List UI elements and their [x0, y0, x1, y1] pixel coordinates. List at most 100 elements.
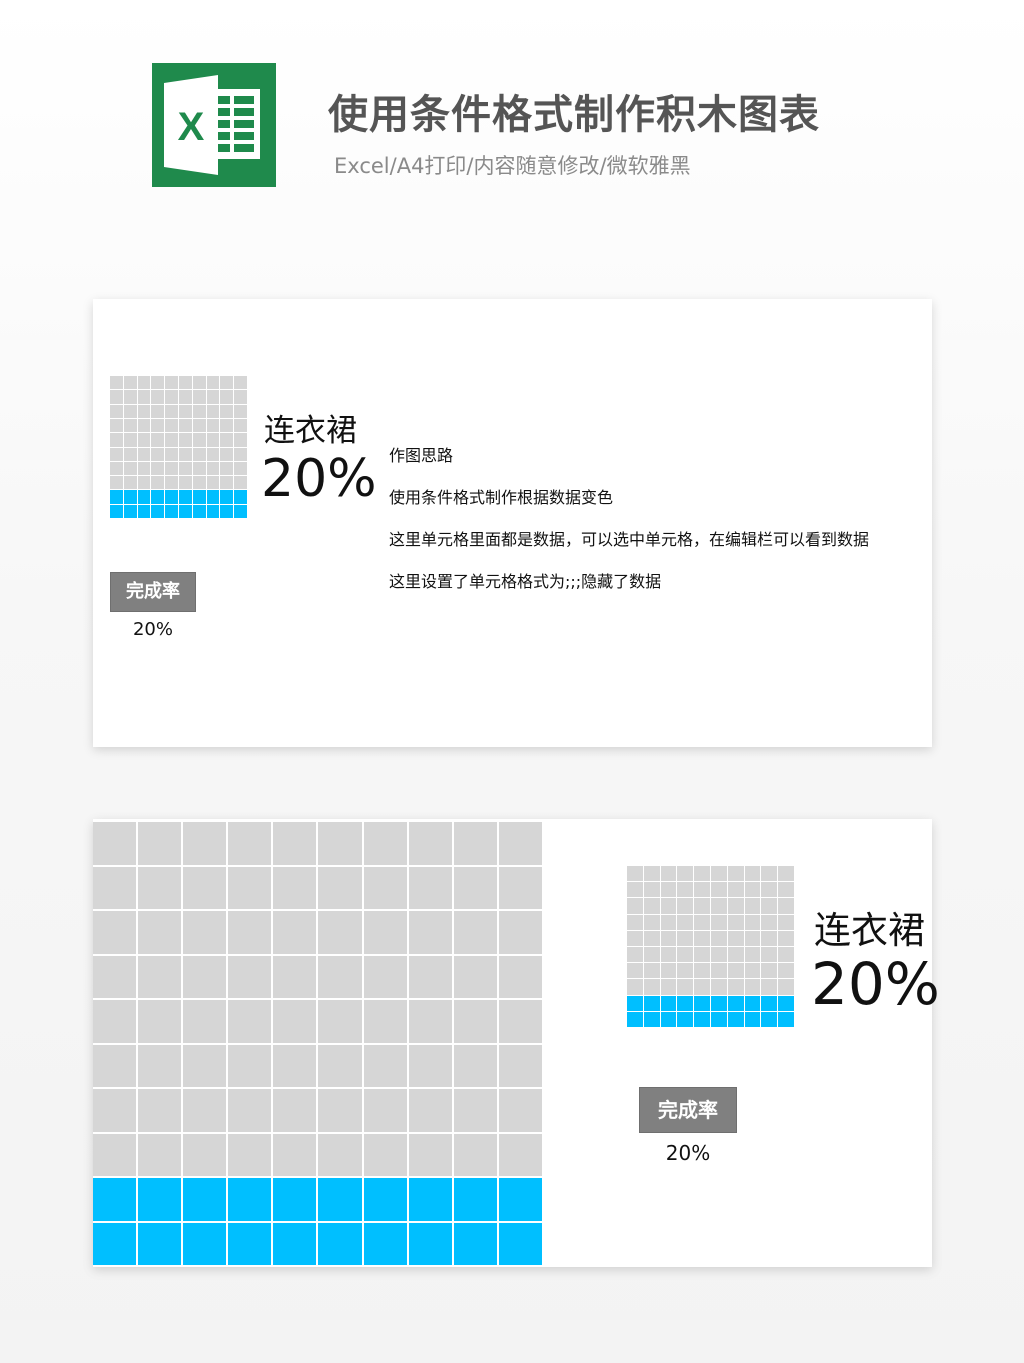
note-line: 使用条件格式制作根据数据变色 [389, 488, 614, 507]
waffle-cell-empty [778, 930, 794, 946]
waffle-cell-empty [408, 1000, 452, 1043]
waffle-cell-empty [123, 447, 137, 461]
waffle-cell-empty [179, 476, 192, 490]
waffle-cell-empty [228, 911, 272, 954]
waffle-cell-empty [744, 946, 761, 963]
waffle-cell-empty [183, 1089, 227, 1132]
waffle-cell-empty [228, 1044, 272, 1087]
waffle-cell-empty [643, 866, 660, 882]
waffle-cell-empty [727, 946, 744, 963]
waffle-cell-empty [453, 1000, 497, 1043]
waffle-cell-empty [498, 822, 542, 865]
waffle-cell-empty [110, 404, 123, 418]
waffle-cell-empty [643, 898, 660, 914]
waffle-cell-empty [727, 882, 744, 898]
waffle-cell-empty [643, 979, 660, 995]
waffle-cell-empty [660, 930, 677, 946]
waffle-cell-empty [165, 376, 178, 390]
waffle-cell-empty [151, 376, 165, 390]
waffle-cell-empty [318, 1000, 362, 1043]
waffle-cell-empty [660, 882, 677, 898]
waffle-cell-filled [744, 995, 761, 1011]
waffle-cell-empty [273, 1089, 317, 1132]
waffle-cell-empty [151, 447, 165, 461]
waffle-cell-empty [363, 1044, 407, 1087]
waffle-cell-empty [453, 866, 497, 909]
waffle-cell-empty [643, 914, 660, 930]
waffle-cell-empty [761, 898, 778, 914]
waffle-cell-empty [727, 914, 744, 930]
waffle-cell-empty [660, 898, 677, 914]
waffle-cell-empty [110, 376, 123, 390]
waffle-cell-filled [93, 1178, 137, 1221]
waffle-cell-empty [123, 390, 137, 404]
waffle-cell-filled [711, 1011, 727, 1027]
waffle-cell-empty [744, 963, 761, 979]
waffle-cell-filled [137, 490, 151, 504]
waffle-cell-empty [183, 1000, 227, 1043]
waffle-cell-empty [711, 979, 727, 995]
waffle-cell-empty [643, 963, 660, 979]
waffle-cell-filled [694, 995, 710, 1011]
waffle-cell-filled [273, 1178, 317, 1221]
waffle-cell-empty [273, 911, 317, 954]
waffle-cell-empty [694, 979, 710, 995]
waffle-cell-filled [727, 995, 744, 1011]
waffle-cell-filled [363, 1222, 407, 1265]
waffle-cell-empty [93, 1089, 137, 1132]
waffle-cell-empty [408, 911, 452, 954]
excel-logo-letter: X [178, 105, 205, 149]
waffle-cell-empty [778, 914, 794, 930]
waffle-cell-empty [761, 866, 778, 882]
waffle-cell-filled [165, 504, 178, 518]
waffle-cell-empty [694, 898, 710, 914]
waffle-cell-empty [363, 1089, 407, 1132]
waffle-cell-filled [453, 1222, 497, 1265]
waffle-cell-empty [220, 433, 234, 447]
waffle-cell-empty [179, 376, 192, 390]
waffle-cell-empty [123, 376, 137, 390]
waffle-cell-empty [228, 866, 272, 909]
waffle-cell-empty [711, 946, 727, 963]
waffle-cell-empty [643, 946, 660, 963]
waffle-cell-empty [498, 866, 542, 909]
waffle-cell-empty [206, 461, 220, 476]
waffle-cell-empty [627, 882, 643, 898]
waffle-cell-empty [711, 866, 727, 882]
waffle-cell-empty [363, 911, 407, 954]
waffle-cell-empty [206, 433, 220, 447]
waffle-cell-empty [183, 1044, 227, 1087]
waffle-cell-empty [453, 1133, 497, 1176]
waffle-cell-filled [234, 504, 247, 518]
waffle-cell-filled [151, 504, 165, 518]
waffle-cell-empty [363, 955, 407, 998]
waffle-cell-empty [408, 955, 452, 998]
waffle-cell-filled [727, 1011, 744, 1027]
waffle-cell-empty [165, 390, 178, 404]
waffle-cell-empty [627, 979, 643, 995]
percent-value-large: 20% [261, 449, 377, 509]
note-line: 这里设置了单元格格式为;;;隐藏了数据 [389, 572, 662, 591]
waffle-cell-empty [123, 476, 137, 490]
waffle-cell-empty [273, 822, 317, 865]
waffle-cell-empty [151, 404, 165, 418]
waffle-cell-empty [234, 404, 247, 418]
waffle-cell-empty [273, 1044, 317, 1087]
waffle-cell-empty [137, 390, 151, 404]
waffle-cell-empty [273, 1000, 317, 1043]
waffle-cell-empty [660, 963, 677, 979]
waffle-cell-empty [179, 418, 192, 433]
waffle-cell-empty [778, 963, 794, 979]
waffle-cell-empty [220, 476, 234, 490]
waffle-cell-empty [137, 461, 151, 476]
waffle-cell-empty [179, 433, 192, 447]
waffle-cell-empty [761, 930, 778, 946]
waffle-cell-empty [93, 1044, 137, 1087]
waffle-cell-empty [744, 898, 761, 914]
waffle-cell-empty [110, 447, 123, 461]
waffle-cell-filled [408, 1178, 452, 1221]
percent-value-large: 20% [811, 950, 940, 1018]
waffle-cell-empty [408, 1133, 452, 1176]
waffle-cell-empty [727, 866, 744, 882]
waffle-cell-empty [677, 979, 694, 995]
